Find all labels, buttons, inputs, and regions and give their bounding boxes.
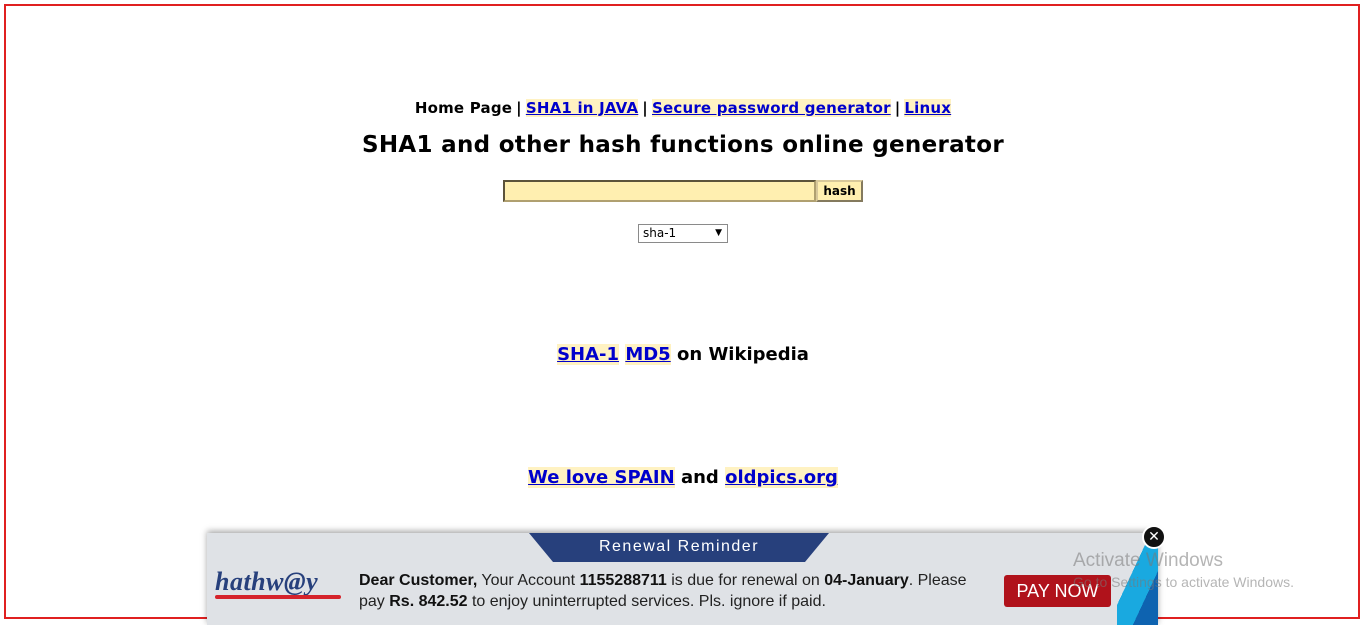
nav-link-sha1-java[interactable]: SHA1 in JAVA [525,99,639,117]
wikipedia-line: SHA-1 MD5 on Wikipedia [0,344,1366,365]
hash-input[interactable] [503,180,816,202]
account-number: 1155288711 [579,572,667,589]
msg-part1: Your Account [477,572,580,589]
wikipedia-suffix: on Wikipedia [677,344,809,365]
algorithm-selected-value: sha-1 [643,226,677,240]
renewal-banner: Renewal Reminder hathw@y Dear Customer, … [207,533,1158,625]
msg-part4: to enjoy uninterrupted services. Pls. ig… [467,593,826,610]
top-nav: Home Page | SHA1 in JAVA | Secure password g… [0,99,1366,117]
nav-link-password-generator[interactable]: Secure password generator [651,99,891,117]
nav-home-label: Home Page [414,99,513,117]
watermark-subtitle: Go to Settings to activate Windows. [1073,574,1294,590]
link-we-love-spain[interactable]: We love SPAIN [528,467,675,488]
amount-due: Rs. 842.52 [389,593,468,610]
nav-separator: | [642,99,648,117]
algorithm-select[interactable]: sha-1 ▼ [638,224,728,243]
banner-message: Dear Customer, Your Account 1155288711 i… [359,570,979,612]
logo-swoosh [215,595,341,599]
nav-separator: | [894,99,901,117]
msg-greeting: Dear Customer, [359,572,478,589]
due-date: 04-January [824,572,909,589]
banner-title: Renewal Reminder [529,533,829,562]
link-sha1-wikipedia[interactable]: SHA-1 [557,344,620,365]
spain-middle-text: and [680,467,719,488]
link-oldpics[interactable]: oldpics.org [725,467,838,488]
link-md5-wikipedia[interactable]: MD5 [625,344,671,365]
close-icon[interactable]: ✕ [1142,525,1166,549]
hash-button[interactable]: hash [816,180,863,202]
chevron-down-icon: ▼ [715,228,722,238]
nav-separator: | [516,99,522,117]
page-title: SHA1 and other hash functions online gen… [362,132,1004,158]
spain-line: We love SPAIN and oldpics.org [0,467,1366,488]
nav-link-linux[interactable]: Linux [904,99,952,117]
hathway-logo: hathw@y [215,567,345,599]
msg-part2: is due for renewal on [666,572,825,589]
hash-form: hash [503,180,863,202]
windows-activation-watermark: Activate Windows Go to Settings to activ… [1073,550,1294,590]
watermark-title: Activate Windows [1073,550,1223,571]
logo-text: hathw@y [215,567,319,596]
